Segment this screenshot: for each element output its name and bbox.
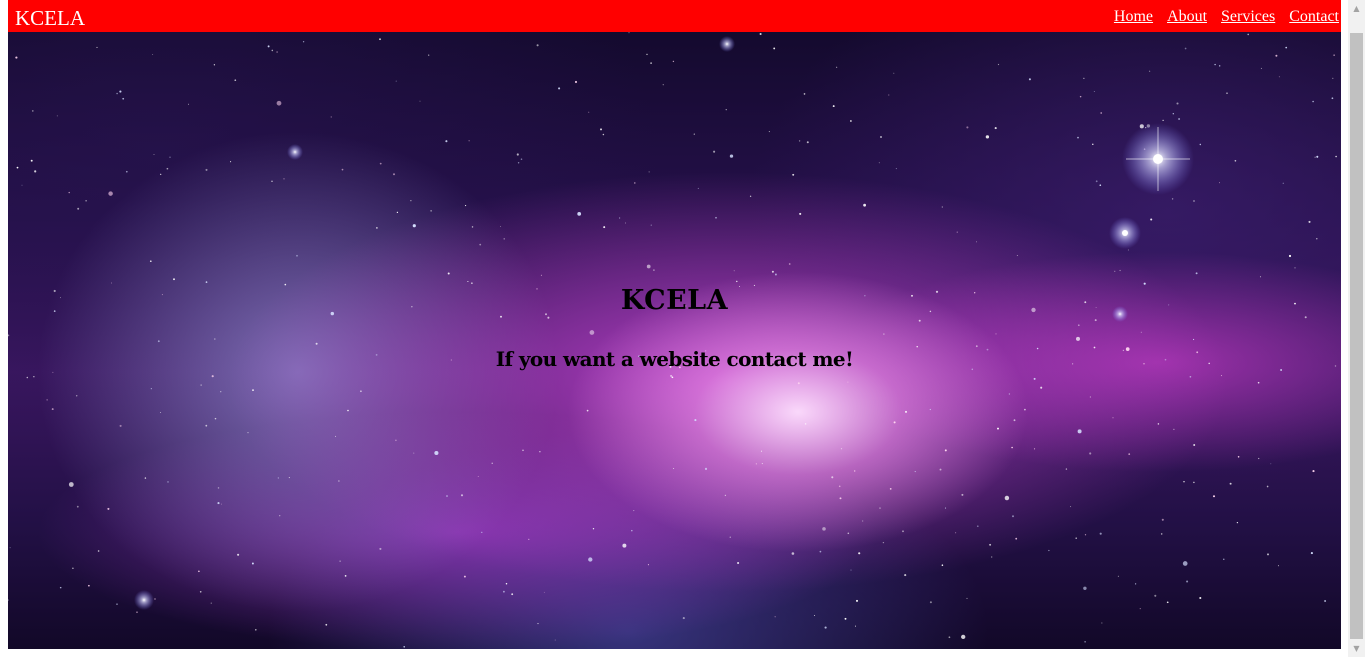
vertical-scrollbar[interactable]: ▲ ▼ [1348, 0, 1365, 657]
browser-page: KCELA Home About Services Contact KCELA … [0, 0, 1365, 657]
brand-logo-link[interactable]: KCELA [15, 6, 85, 30]
hero-subtitle: If you want a website contact me! [495, 347, 854, 371]
nav-link-services[interactable]: Services [1221, 7, 1275, 27]
hero-title: KCELA [620, 285, 729, 316]
hero-section: KCELA If you want a website contact me! [8, 32, 1341, 649]
top-navbar: KCELA Home About Services Contact [8, 0, 1341, 32]
scroll-thumb[interactable] [1350, 33, 1363, 639]
scroll-down-arrow-icon[interactable]: ▼ [1348, 640, 1365, 657]
scroll-up-arrow-icon[interactable]: ▲ [1348, 0, 1365, 17]
nav-link-about[interactable]: About [1167, 7, 1207, 27]
nav-links: Home About Services Contact [1114, 7, 1339, 27]
website: KCELA Home About Services Contact KCELA … [8, 0, 1341, 649]
nav-link-contact[interactable]: Contact [1289, 7, 1339, 27]
hero-content: KCELA If you want a website contact me! [8, 32, 1341, 649]
nav-link-home[interactable]: Home [1114, 7, 1153, 27]
